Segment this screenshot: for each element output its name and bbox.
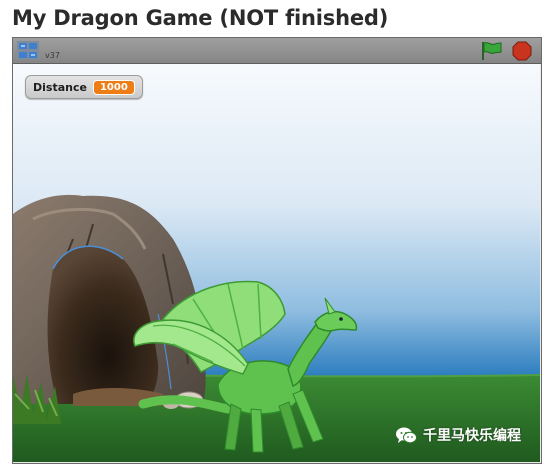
stage[interactable]: Distance 1000 千里马快乐编程 bbox=[13, 64, 541, 462]
watermark-text: 千里马快乐编程 bbox=[423, 428, 521, 444]
variable-value: 1000 bbox=[92, 79, 135, 95]
player-version: v37 bbox=[45, 51, 60, 60]
scratch-project-page: My Dragon Game (NOT finished) v37 Distan… bbox=[0, 0, 552, 471]
stage-scene bbox=[13, 64, 540, 462]
wechat-icon bbox=[396, 427, 417, 443]
variable-name: Distance bbox=[33, 80, 87, 94]
stop-sign-icon[interactable] bbox=[512, 41, 532, 61]
scratch-player: v37 Distance 1000 千里马快乐编程 bbox=[12, 37, 542, 464]
project-title: My Dragon Game (NOT finished) bbox=[12, 6, 389, 30]
watermark: 千里马快乐编程 bbox=[395, 425, 521, 445]
player-toolbar: v37 bbox=[13, 38, 541, 64]
green-flag-icon[interactable] bbox=[479, 40, 503, 61]
variable-monitor[interactable]: Distance 1000 bbox=[25, 75, 143, 99]
scratch-logo-icon bbox=[17, 41, 39, 60]
